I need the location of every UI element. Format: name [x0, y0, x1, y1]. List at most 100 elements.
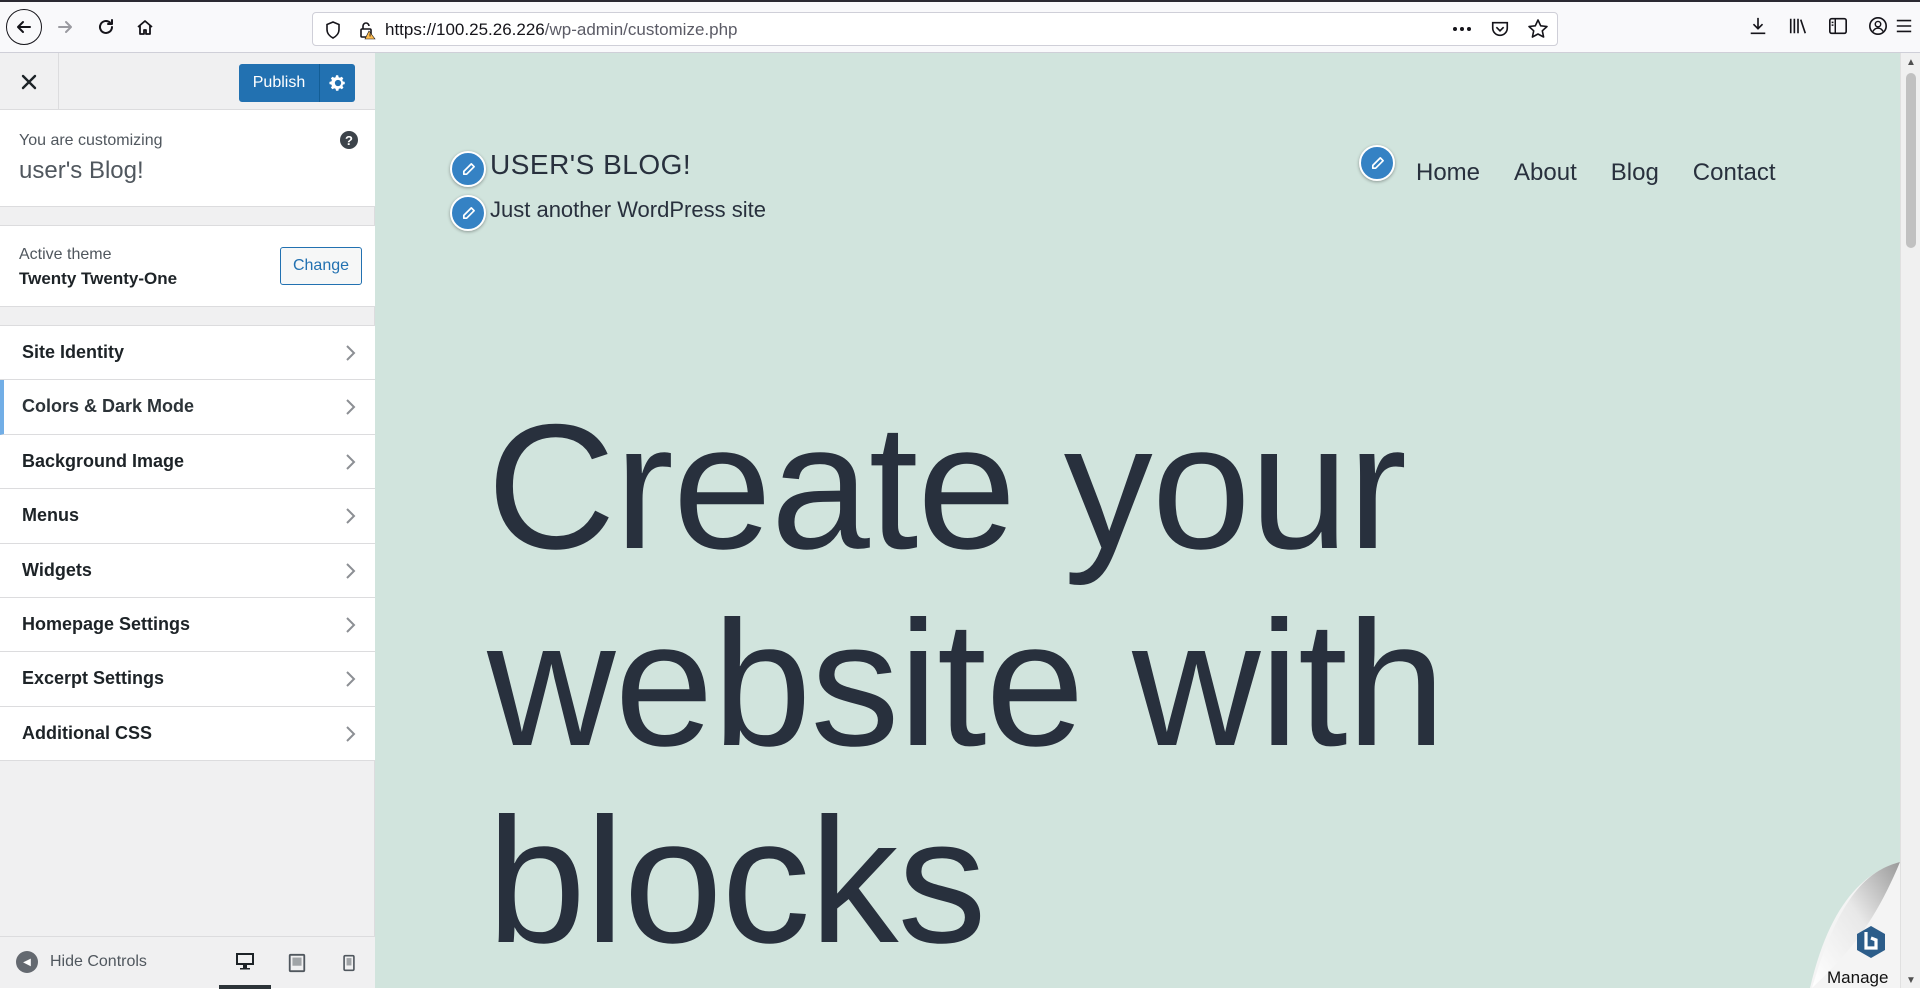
browser-tools	[1746, 14, 1890, 38]
preview-desktop-button[interactable]	[219, 937, 271, 989]
shield-icon[interactable]	[325, 21, 341, 39]
hamburger-menu-icon[interactable]	[1892, 14, 1916, 38]
customizing-label: You are customizing	[19, 132, 163, 149]
customizer-footer: ◀ Hide Controls	[0, 936, 375, 989]
scroll-up-arrow-icon[interactable]: ▲	[1906, 57, 1916, 68]
panel-widgets[interactable]: Widgets	[0, 543, 375, 598]
hero-line: website with	[487, 584, 1446, 783]
pocket-icon[interactable]	[1489, 18, 1511, 40]
reload-icon	[99, 19, 113, 34]
edit-tagline-shortcut[interactable]	[450, 195, 486, 231]
tab-strip-edge	[0, 0, 1920, 2]
panel-label: Widgets	[22, 559, 92, 580]
nav-home-link[interactable]: Home	[1416, 159, 1480, 187]
close-icon	[21, 74, 37, 89]
publish-group: Publish	[239, 64, 355, 102]
browser-toolbar: https://100.25.26.226/wp-admin/customize…	[0, 0, 1920, 53]
chevron-right-icon	[346, 508, 356, 524]
panel-label: Colors & Dark Mode	[22, 396, 195, 417]
nav-about-link[interactable]: About	[1514, 159, 1577, 187]
mobile-icon	[343, 954, 355, 972]
customizer-panel-list: Site Identity Colors & Dark Mode Backgro…	[0, 325, 375, 762]
manage-label[interactable]: Manage	[1827, 968, 1888, 988]
hero-heading: Create your website with blocks	[487, 388, 1687, 979]
active-theme-label: Active theme	[19, 246, 112, 263]
tablet-icon	[288, 953, 306, 973]
gear-icon	[328, 75, 345, 91]
preview-scrollbar[interactable]: ▲ ▼	[1900, 53, 1920, 988]
chevron-right-icon	[346, 671, 356, 688]
forward-arrow-icon	[58, 21, 72, 33]
back-button[interactable]	[6, 9, 42, 45]
panel-label: Site Identity	[22, 342, 125, 362]
hide-controls-button[interactable]: ◀ Hide Controls	[16, 951, 147, 973]
forward-button[interactable]	[48, 10, 82, 44]
panel-background-image[interactable]: Background Image	[0, 434, 375, 490]
edit-site-title-shortcut[interactable]	[450, 151, 486, 187]
scroll-down-arrow-icon[interactable]: ▼	[1906, 975, 1916, 986]
site-tagline: Just another WordPress site	[490, 197, 766, 222]
panel-label: Menus	[22, 505, 80, 526]
url-path: /wp-admin/customize.php	[544, 20, 738, 39]
chevron-right-icon	[346, 726, 356, 742]
chevron-right-icon	[346, 399, 356, 416]
panel-label: Homepage Settings	[22, 613, 191, 634]
page-actions-icon[interactable]	[1451, 18, 1473, 40]
scroll-thumb[interactable]	[1906, 73, 1916, 248]
customizer-sidebar: Publish You are customizing user's Blog!…	[0, 53, 375, 989]
panel-site-identity[interactable]: Site Identity	[0, 326, 375, 381]
panel-label: Background Image	[22, 450, 185, 471]
customizer-header: Publish	[0, 53, 375, 110]
hero-line: Create your	[487, 387, 1407, 586]
insecure-lock-icon[interactable]	[357, 20, 377, 40]
hero-line: blocks	[487, 781, 987, 980]
collapse-left-icon: ◀	[16, 951, 38, 973]
url-actions	[1451, 18, 1549, 40]
chevron-right-icon	[346, 345, 356, 361]
url-host: https://100.25.26.226	[385, 20, 545, 39]
home-button[interactable]	[128, 10, 162, 44]
url-text[interactable]: https://100.25.26.226/wp-admin/customize…	[385, 20, 738, 40]
chevron-right-icon	[346, 617, 356, 633]
library-icon[interactable]	[1786, 14, 1810, 38]
panel-colors-dark-mode[interactable]: Colors & Dark Mode	[0, 380, 375, 435]
panel-homepage-settings[interactable]: Homepage Settings	[0, 597, 375, 653]
site-title[interactable]: USER'S BLOG!	[490, 149, 691, 181]
close-customizer-button[interactable]	[0, 53, 59, 110]
preview-tablet-button[interactable]	[271, 937, 323, 989]
url-bar[interactable]: https://100.25.26.226/wp-admin/customize…	[312, 12, 1558, 46]
back-arrow-icon	[17, 21, 31, 33]
reload-button[interactable]	[89, 10, 123, 44]
hide-controls-label: Hide Controls	[50, 953, 147, 970]
site-preview[interactable]: USER'S BLOG! Just another WordPress site…	[375, 53, 1900, 988]
help-icon[interactable]: ?	[340, 131, 358, 149]
bookmark-star-icon[interactable]	[1527, 18, 1549, 40]
active-theme-name: Twenty Twenty-One	[19, 269, 178, 288]
panel-label: Additional CSS	[22, 722, 152, 743]
panel-menus[interactable]: Menus	[0, 489, 375, 544]
customizing-site-name: user's Blog!	[19, 157, 144, 184]
nav-contact-link[interactable]: Contact	[1693, 159, 1776, 187]
customizing-info: You are customizing user's Blog! ?	[0, 110, 375, 207]
desktop-icon	[236, 953, 254, 970]
panel-label: Excerpt Settings	[22, 668, 165, 689]
panel-excerpt-settings[interactable]: Excerpt Settings	[0, 652, 375, 707]
edit-menu-shortcut[interactable]	[1359, 145, 1395, 181]
pencil-icon	[462, 206, 475, 219]
home-icon	[137, 20, 153, 35]
pencil-icon	[1371, 156, 1384, 169]
preview-mobile-button[interactable]	[323, 937, 375, 989]
downloads-icon[interactable]	[1746, 14, 1770, 38]
publish-settings-button[interactable]	[319, 64, 355, 102]
nav-blog-link[interactable]: Blog	[1611, 159, 1659, 187]
panel-additional-css[interactable]: Additional CSS	[0, 706, 375, 762]
pencil-icon	[462, 162, 475, 175]
primary-menu: Home About Blog Contact	[1416, 159, 1776, 187]
chevron-right-icon	[346, 562, 356, 579]
publish-button[interactable]: Publish	[239, 64, 319, 102]
sidebar-toggle-icon[interactable]	[1826, 14, 1850, 38]
active-theme-section: Active theme Twenty Twenty-One Change	[0, 225, 375, 307]
change-theme-button[interactable]: Change	[280, 247, 362, 285]
device-preview-buttons	[219, 937, 375, 989]
account-icon[interactable]	[1866, 14, 1890, 38]
